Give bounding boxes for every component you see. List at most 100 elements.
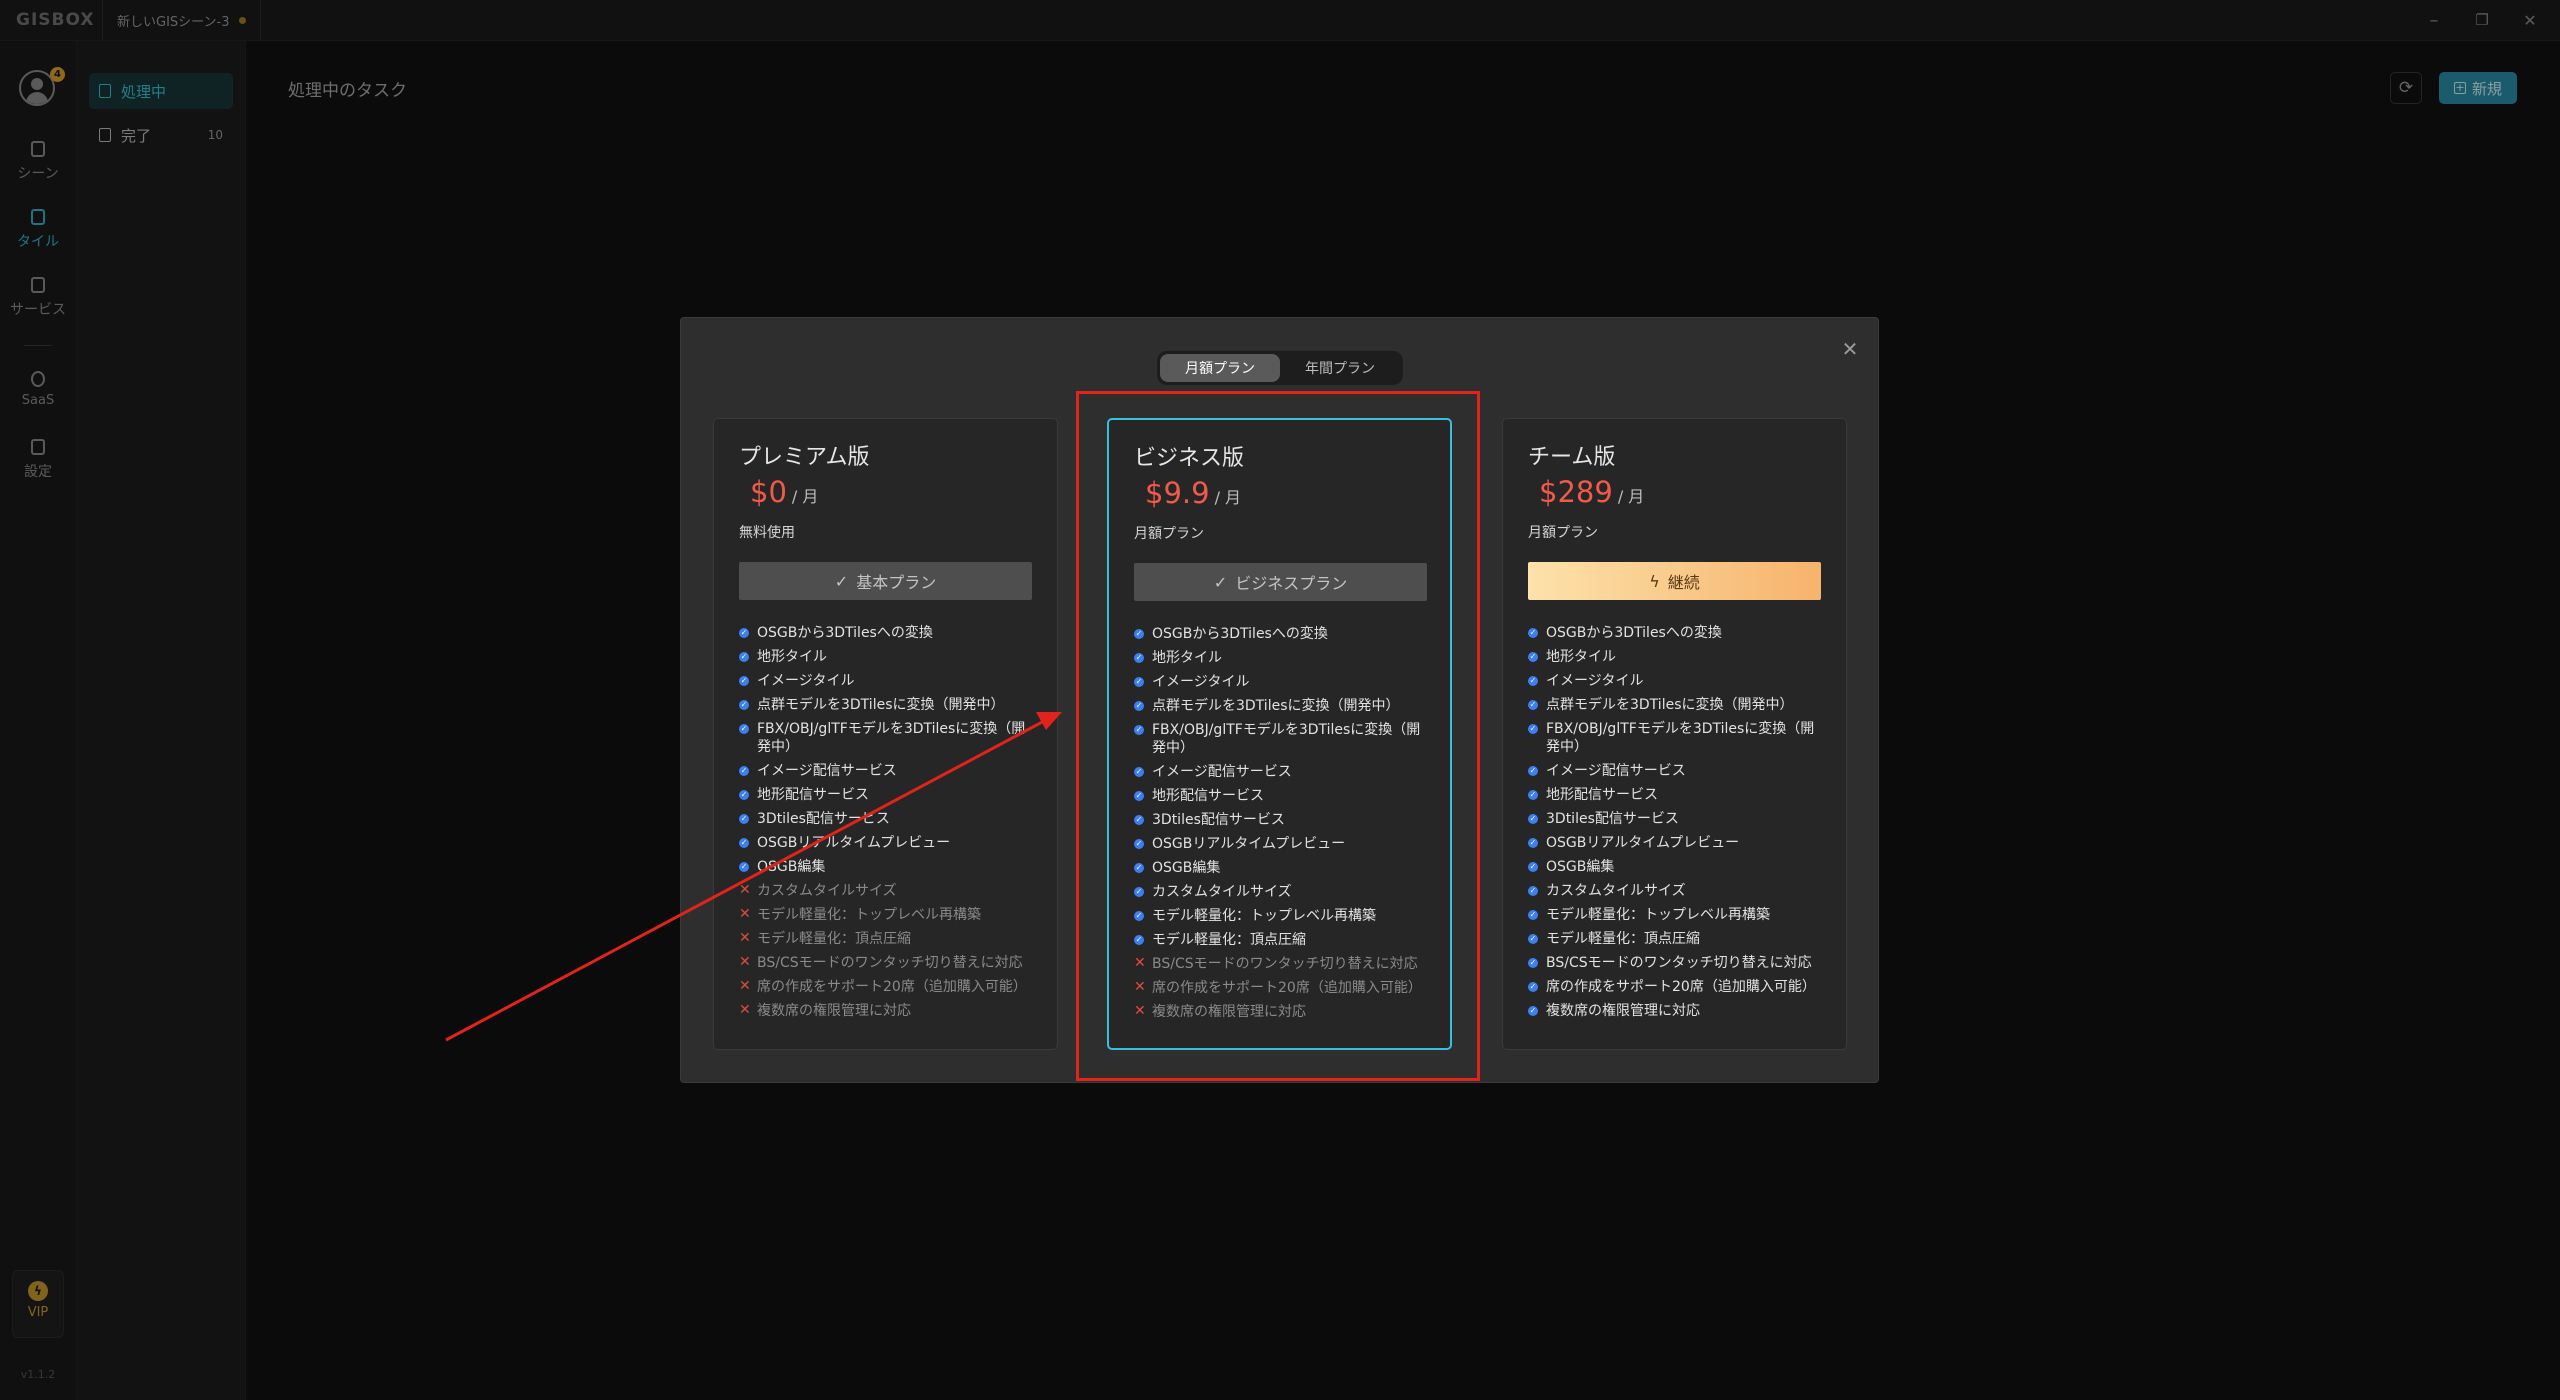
feature-item: ✓ 地形配信サービス xyxy=(1528,786,1828,804)
feature-label: OSGBリアルタイムプレビュー xyxy=(757,835,951,851)
close-icon[interactable]: ✕ xyxy=(1839,338,1861,360)
plan-title: プレミアム版 xyxy=(739,445,870,470)
plan-button-basic[interactable]: ✓ 基本プラン xyxy=(739,562,1032,600)
cross-icon: ✕ xyxy=(739,978,751,994)
feature-item: ✕ カスタムタイルサイズ xyxy=(739,882,1039,900)
feature-label: OSGBリアルタイムプレビュー xyxy=(1546,835,1740,851)
feature-item: ✓ OSGBリアルタイムプレビュー xyxy=(1528,834,1828,852)
feature-item: ✓ 地形タイル xyxy=(1528,648,1828,666)
feature-label: 点群モデルを3DTilesに変換（開発中） xyxy=(1546,697,1794,713)
price-amount: 0 xyxy=(768,475,787,509)
check-circle-icon: ✓ xyxy=(1528,934,1538,944)
feature-label: カスタムタイルサイズ xyxy=(757,883,897,899)
feature-label: OSGB編集 xyxy=(1546,859,1615,875)
feature-item: ✕ 席の作成をサポート20席（追加購入可能） xyxy=(739,978,1039,996)
check-circle-icon: ✓ xyxy=(1528,1006,1538,1016)
feature-label: 席の作成をサポート20席（追加購入可能） xyxy=(1546,979,1816,995)
feature-label: モデル軽量化：トップレベル再構築 xyxy=(1546,907,1770,923)
check-circle-icon: ✓ xyxy=(739,724,749,734)
plan-price: $ 289 / 月 xyxy=(1539,475,1644,509)
plan-subtitle: 月額プラン xyxy=(1528,525,1598,541)
check-circle-icon: ✓ xyxy=(1528,700,1538,710)
feature-item: ✓ OSGBから3DTilesへの変換 xyxy=(739,624,1039,642)
cross-icon: ✕ xyxy=(739,954,751,970)
feature-item: ✕ モデル軽量化：頂点圧縮 xyxy=(739,930,1039,948)
feature-label: イメージタイル xyxy=(1546,673,1644,689)
feature-label: OSGB編集 xyxy=(757,859,826,875)
price-amount: 289 xyxy=(1557,475,1613,509)
annotation-highlight-box xyxy=(1076,391,1480,1081)
feature-item: ✓ 地形配信サービス xyxy=(739,786,1039,804)
toggle-monthly[interactable]: 月額プラン xyxy=(1160,354,1280,382)
price-currency: $ xyxy=(750,475,769,509)
feature-label: イメージタイル xyxy=(757,673,855,689)
cross-icon: ✕ xyxy=(739,906,751,922)
feature-label: 点群モデルを3DTilesに変換（開発中） xyxy=(757,697,1005,713)
plan-title: チーム版 xyxy=(1528,445,1616,470)
billing-toggle: 月額プラン 年間プラン xyxy=(1157,351,1403,385)
check-circle-icon: ✓ xyxy=(1528,814,1538,824)
feature-label: BS/CSモードのワンタッチ切り替えに対応 xyxy=(757,955,1023,971)
feature-item: ✓ OSGB編集 xyxy=(739,858,1039,876)
feature-label: 地形タイル xyxy=(757,649,827,665)
check-circle-icon: ✓ xyxy=(1528,652,1538,662)
feature-label: 地形配信サービス xyxy=(757,787,869,803)
check-circle-icon: ✓ xyxy=(739,652,749,662)
feature-item: ✓ 点群モデルを3DTilesに変換（開発中） xyxy=(1528,696,1828,714)
feature-label: 地形タイル xyxy=(1546,649,1616,665)
plan-card-team: チーム版 $ 289 / 月 月額プラン ϟ 継続 ✓ OSGBから3DTiles… xyxy=(1502,418,1847,1050)
feature-list: ✓ OSGBから3DTilesへの変換 ✓ 地形タイル ✓ イメージタイル ✓ 点群モデルを3… xyxy=(1528,624,1828,1026)
cross-icon: ✕ xyxy=(739,882,751,898)
check-circle-icon: ✓ xyxy=(739,766,749,776)
feature-label: FBX/OBJ/glTFモデルを3DTilesに変換（開発中） xyxy=(757,721,1026,755)
feature-item: ✓ 地形タイル xyxy=(739,648,1039,666)
feature-item: ✓ モデル軽量化：トップレベル再構築 xyxy=(1528,906,1828,924)
feature-item: ✓ カスタムタイルサイズ xyxy=(1528,882,1828,900)
check-circle-icon: ✓ xyxy=(1528,676,1538,686)
feature-label: OSGBから3DTilesへの変換 xyxy=(757,625,933,641)
check-circle-icon: ✓ xyxy=(1528,790,1538,800)
feature-list: ✓ OSGBから3DTilesへの変換 ✓ 地形タイル ✓ イメージタイル ✓ 点群モデルを3… xyxy=(739,624,1039,1026)
check-circle-icon: ✓ xyxy=(1528,862,1538,872)
check-circle-icon: ✓ xyxy=(739,814,749,824)
feature-item: ✓ イメージタイル xyxy=(739,672,1039,690)
feature-item: ✓ FBX/OBJ/glTFモデルを3DTilesに変換（開発中） xyxy=(739,720,1039,756)
feature-item: ✕ 複数席の権限管理に対応 xyxy=(739,1002,1039,1020)
feature-item: ✓ 3Dtiles配信サービス xyxy=(1528,810,1828,828)
plan-card-premium: プレミアム版 $ 0 / 月 無料使用 ✓ 基本プラン ✓ OSGBから3DTil… xyxy=(713,418,1058,1050)
feature-label: モデル軽量化：頂点圧縮 xyxy=(1546,931,1700,947)
lightning-icon: ϟ xyxy=(1649,571,1660,591)
check-circle-icon: ✓ xyxy=(739,838,749,848)
feature-item: ✓ イメージ配信サービス xyxy=(739,762,1039,780)
feature-label: イメージ配信サービス xyxy=(757,763,897,779)
feature-label: 3Dtiles配信サービス xyxy=(1546,811,1679,827)
feature-label: モデル軽量化：頂点圧縮 xyxy=(757,931,911,947)
feature-item: ✓ 点群モデルを3DTilesに変換（開発中） xyxy=(739,696,1039,714)
check-circle-icon: ✓ xyxy=(1528,958,1538,968)
cross-icon: ✕ xyxy=(739,930,751,946)
feature-item: ✓ BS/CSモードのワンタッチ切り替えに対応 xyxy=(1528,954,1828,972)
feature-label: BS/CSモードのワンタッチ切り替えに対応 xyxy=(1546,955,1812,971)
check-circle-icon: ✓ xyxy=(1528,838,1538,848)
toggle-yearly[interactable]: 年間プラン xyxy=(1280,354,1400,382)
check-circle-icon: ✓ xyxy=(1528,628,1538,638)
price-currency: $ xyxy=(1539,475,1558,509)
plan-subtitle: 無料使用 xyxy=(739,525,795,541)
feature-label: イメージ配信サービス xyxy=(1546,763,1686,779)
check-circle-icon: ✓ xyxy=(739,628,749,638)
feature-item: ✓ イメージタイル xyxy=(1528,672,1828,690)
price-unit: / 月 xyxy=(1617,487,1645,506)
check-circle-icon: ✓ xyxy=(1528,724,1538,734)
feature-label: OSGBから3DTilesへの変換 xyxy=(1546,625,1722,641)
check-circle-icon: ✓ xyxy=(739,862,749,872)
check-icon: ✓ xyxy=(834,571,849,591)
continue-button[interactable]: ϟ 継続 xyxy=(1528,562,1821,600)
feature-item: ✓ イメージ配信サービス xyxy=(1528,762,1828,780)
feature-item: ✓ OSGBリアルタイムプレビュー xyxy=(739,834,1039,852)
feature-label: 地形配信サービス xyxy=(1546,787,1658,803)
check-circle-icon: ✓ xyxy=(1528,982,1538,992)
feature-label: カスタムタイルサイズ xyxy=(1546,883,1686,899)
plan-price: $ 0 / 月 xyxy=(750,475,818,509)
check-circle-icon: ✓ xyxy=(739,700,749,710)
plan-button-label: 継続 xyxy=(1667,573,1700,592)
